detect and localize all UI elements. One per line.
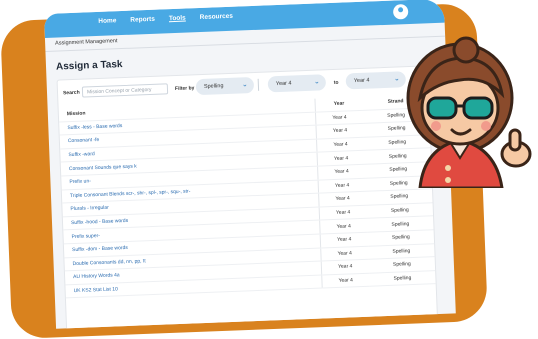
chevron-down-icon: ⌄ bbox=[241, 81, 248, 89]
user-avatar-icon[interactable] bbox=[392, 4, 409, 20]
year-to-select[interactable]: Year 4 ⌄ bbox=[345, 71, 407, 90]
missions-table: Mission Year Strand Suffix -less - Base … bbox=[58, 94, 436, 299]
year-cell: Year 4 bbox=[321, 272, 370, 289]
filter-divider bbox=[257, 78, 260, 91]
year-to-value: Year 4 bbox=[353, 77, 370, 85]
year-from-select[interactable]: Year 4 ⌄ bbox=[267, 74, 327, 93]
search-input[interactable]: Mission Concept or Category bbox=[81, 83, 169, 98]
year-from-value: Year 4 bbox=[275, 80, 292, 88]
chevron-down-icon: ⌄ bbox=[313, 78, 320, 86]
nav-home[interactable]: Home bbox=[98, 17, 116, 25]
strand-select[interactable]: Spelling ⌄ bbox=[195, 77, 255, 96]
teacher-mascot-icon bbox=[406, 36, 532, 188]
strand-select-value: Spelling bbox=[203, 83, 224, 90]
nav-tools[interactable]: Tools bbox=[169, 15, 186, 23]
search-label: Search bbox=[62, 89, 80, 97]
task-panel: Search Mission Concept or Category Filte… bbox=[56, 65, 439, 329]
to-label: to bbox=[333, 79, 339, 86]
nav-resources[interactable]: Resources bbox=[200, 13, 233, 21]
app-screenshot: Home Reports Tools Resources Assignment … bbox=[44, 0, 456, 329]
nav-links: Home Reports Tools Resources bbox=[98, 13, 233, 25]
filter-by-label: Filter by bbox=[174, 85, 195, 93]
strand-cell: Spelling bbox=[369, 270, 436, 287]
nav-reports[interactable]: Reports bbox=[130, 16, 155, 24]
